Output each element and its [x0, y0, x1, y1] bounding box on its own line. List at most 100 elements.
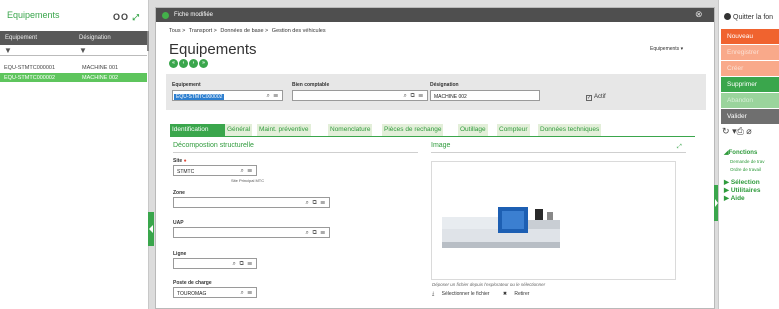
col-header-designation[interactable]: Désignation [79, 35, 111, 41]
filter-icon[interactable]: ▼ [79, 46, 87, 55]
tab-compteur[interactable]: Compteur [497, 124, 530, 136]
search-icon[interactable]: ⌕ ⧉ ☰ [404, 93, 424, 100]
site-label-text: Site [173, 158, 183, 164]
valider-button[interactable]: Valider [721, 109, 779, 124]
ligne-field[interactable]: ⌕ ⧉ ☰ [173, 258, 257, 269]
window-titlebar: Fiche modifiée ⊗ [156, 8, 714, 22]
section-divider [173, 152, 418, 153]
required-icon: ● [183, 158, 187, 164]
enregistrer-button[interactable]: Enregistrer [721, 45, 779, 60]
record-window: Fiche modifiée ⊗ Tous > Transport > Donn… [155, 7, 715, 309]
group-label: Sélection [730, 179, 760, 186]
favorites-menu[interactable]: Equipements ▾ [650, 46, 683, 52]
close-icon[interactable]: ⊗ [695, 9, 703, 20]
next-record-icon[interactable]: › [189, 59, 198, 68]
attach-icon[interactable]: ⌀ [746, 126, 751, 136]
search-icon[interactable]: ⌕ ⧉ ☰ [306, 230, 326, 237]
poste-value: TOUROMAG [177, 290, 207, 297]
remove-file-label: Retirer [514, 291, 530, 297]
last-record-icon[interactable]: » [199, 59, 208, 68]
function-item[interactable]: Ordre de travail [730, 167, 765, 172]
record-navigation: «‹ ›» [169, 59, 209, 68]
creer-button[interactable]: Créer [721, 61, 779, 76]
drop-hint: Déposer un fichier depuis l'explorateur … [432, 282, 546, 287]
remove-icon: ✖ [502, 291, 508, 297]
tab-donnees-techniques[interactable]: Données techniques [538, 124, 602, 136]
tab-pieces-rechange[interactable]: Pièces de rechange [382, 124, 444, 136]
list-tools: OO ⤢ [113, 12, 140, 23]
filter-icon[interactable]: ▼ [4, 46, 12, 55]
group-aide[interactable]: ▶ Aide [724, 194, 765, 202]
list-header: Equipement Désignation [0, 31, 147, 45]
search-icon[interactable]: ⌕ ☰ [240, 290, 253, 297]
function-item[interactable]: Demande de trav [730, 159, 765, 164]
poste-field[interactable]: TOUROMAG ⌕ ☰ [173, 287, 257, 298]
prev-record-icon[interactable]: ‹ [179, 59, 188, 68]
list-scrollbar[interactable] [147, 31, 149, 51]
designation-field[interactable]: MACHINE 002 [430, 90, 540, 101]
actif-checkbox[interactable]: ✓ Actif [586, 94, 606, 101]
uap-label: UAP [173, 220, 184, 226]
remove-file-button[interactable]: ✖ Retirer [503, 291, 536, 297]
group-selection[interactable]: ▶ Sélection [724, 178, 765, 186]
equipement-value: EQU-STMTC000002 [174, 93, 225, 100]
list-tool-2-icon[interactable]: O [121, 12, 129, 22]
list-filter-row: ▼ ▼ [0, 45, 147, 56]
tab-identification[interactable]: Identification [170, 124, 228, 136]
search-icon[interactable]: ⌕ ☰ [240, 168, 253, 175]
search-icon[interactable]: ⌕ ⧉ ☰ [233, 261, 253, 268]
site-field[interactable]: STMTC ⌕ ☰ [173, 165, 257, 176]
breadcrumb-item[interactable]: Tous > [169, 28, 185, 34]
col-header-equipement[interactable]: Equipement [5, 35, 37, 41]
poste-label: Poste de charge [173, 280, 212, 286]
zone-label: Zone [173, 190, 185, 196]
quit-icon [724, 13, 731, 20]
actif-label: Actif [594, 94, 606, 100]
row-code: EQU-STMTC000002 [4, 74, 56, 81]
section-image-title: Image [431, 142, 451, 149]
site-label: Site ● [173, 158, 187, 164]
tab-general[interactable]: Général [225, 124, 253, 136]
group-label: Utilitaires [730, 187, 761, 194]
equipement-field[interactable]: EQU-STMTC000002 ⌕ ☰ [172, 90, 283, 101]
status-icon [162, 11, 169, 19]
list-row[interactable]: EQU-STMTC000001 MACHINE 001 [0, 63, 147, 72]
select-file-button[interactable]: ⤓ Sélectionner le fichier [432, 291, 495, 297]
checkbox-checked-icon[interactable]: ✓ [586, 95, 592, 101]
breadcrumb-item[interactable]: Données de base > [220, 28, 268, 34]
first-record-icon[interactable]: « [169, 59, 178, 68]
functions-menu: ◢Fonctions Demande de trav Ordre de trav… [724, 149, 765, 202]
print-icon[interactable]: ▾⎙ [732, 126, 744, 136]
quit-function-button[interactable]: Quitter la fon [724, 13, 773, 21]
search-icon[interactable]: ⌕ ⧉ ☰ [306, 200, 326, 207]
equipment-image[interactable] [431, 161, 676, 280]
bien-comptable-field[interactable]: ⌕ ⧉ ☰ [292, 90, 428, 101]
refresh-icon[interactable]: ↻ [722, 126, 730, 136]
tab-maint-preventive[interactable]: Maint. préventive [257, 124, 311, 136]
breadcrumb-item[interactable]: Gestion des véhicules [272, 28, 326, 34]
search-icon[interactable]: ⌕ ☰ [266, 93, 279, 100]
select-file-label: Sélectionner le fichier [441, 291, 490, 297]
nouveau-button[interactable]: Nouveau [721, 29, 779, 44]
equipment-list-panel: Equipements OO ⤢ Equipement Désignation … [0, 0, 149, 309]
breadcrumb-item[interactable]: Transport > [189, 28, 217, 34]
left-panel-toggle[interactable] [148, 212, 154, 246]
expand-icon[interactable]: ⤢ [133, 13, 140, 22]
uap-field[interactable]: ⌕ ⧉ ☰ [173, 227, 330, 238]
tab-outillage[interactable]: Outillage [458, 124, 488, 136]
list-row-selected[interactable]: EQU-STMTC000002 MACHINE 002 [0, 73, 147, 82]
tab-nomenclature[interactable]: Nomenclature [328, 124, 373, 136]
window-title: Fiche modifiée [174, 12, 214, 18]
equipement-label: Equipement [172, 82, 201, 88]
row-code: EQU-STMTC000001 [4, 64, 56, 71]
list-tool-1-icon[interactable]: O [113, 12, 121, 22]
functions-title[interactable]: ◢Fonctions [724, 149, 765, 156]
expand-icon[interactable]: ⤢ [677, 144, 682, 151]
group-utilitaires[interactable]: ▶ Utilitaires [724, 186, 765, 194]
machine-image-icon [442, 207, 560, 248]
abandon-button[interactable]: Abandon [721, 93, 779, 108]
zone-field[interactable]: ⌕ ⧉ ☰ [173, 197, 330, 208]
supprimer-button[interactable]: Supprimer [721, 77, 779, 92]
page-title: Equipements [169, 41, 257, 58]
row-designation: MACHINE 002 [82, 74, 119, 81]
